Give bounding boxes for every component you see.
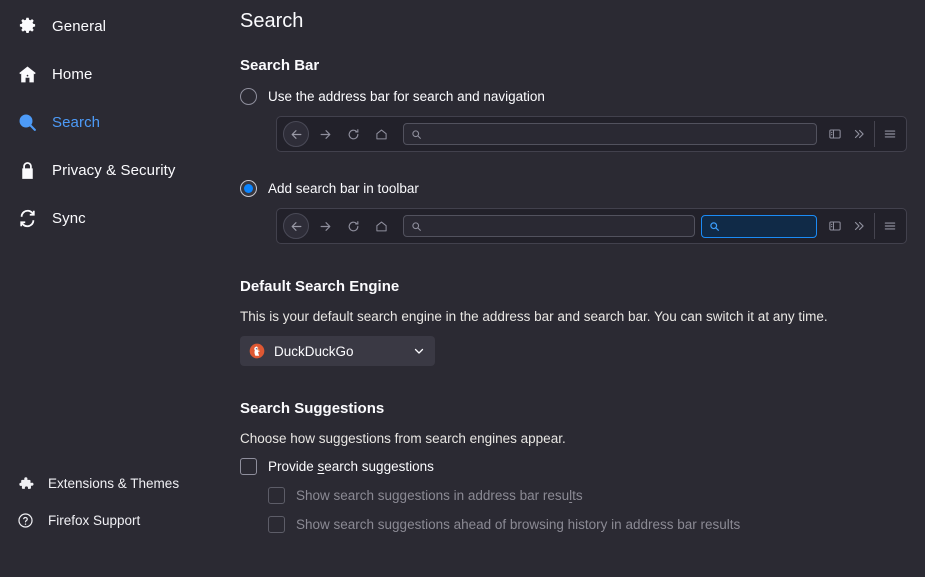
default-engine-description: This is your default search engine in th…	[240, 309, 828, 324]
sidebar-panel-icon[interactable]	[823, 214, 847, 238]
radio-add-search-bar[interactable]: Add search bar in toolbar	[240, 180, 925, 197]
gear-icon	[16, 15, 38, 37]
sync-icon	[16, 207, 38, 229]
sidebar-item-label: Search	[52, 113, 101, 131]
sidebar-item-privacy-security[interactable]: Privacy & Security	[2, 146, 226, 194]
sidebar: General Home Search Privacy & Security S…	[0, 0, 232, 577]
section-title-search-bar: Search Bar	[240, 57, 320, 74]
suggestions-description: Choose how suggestions from search engin…	[240, 431, 566, 446]
section-title-suggestions: Search Suggestions	[240, 400, 385, 417]
double-chevron-right-icon[interactable]	[847, 122, 871, 146]
browser-preview-address-bar	[276, 116, 907, 152]
puzzle-icon	[16, 475, 34, 493]
checkbox-indicator	[268, 487, 285, 504]
section-title-default-engine: Default Search Engine	[240, 278, 400, 295]
sidebar-item-general[interactable]: General	[2, 2, 226, 50]
chevron-down-icon	[413, 345, 425, 357]
checkbox-label: Provide search suggestions	[268, 459, 434, 474]
sidebar-item-label: Sync	[52, 209, 86, 227]
search-suggestions-section: Search Suggestions Choose how suggestion…	[240, 400, 925, 533]
sidebar-item-sync[interactable]: Sync	[2, 194, 226, 242]
double-chevron-right-icon[interactable]	[847, 214, 871, 238]
sidebar-panel-icon[interactable]	[823, 122, 847, 146]
toolbar-search-input[interactable]	[701, 214, 817, 238]
radio-indicator	[240, 180, 257, 197]
back-arrow-icon[interactable]	[283, 121, 309, 147]
sidebar-nav-list: General Home Search Privacy & Security S…	[0, 2, 232, 242]
sidebar-footer-label: Extensions & Themes	[48, 476, 180, 491]
home-icon[interactable]	[367, 120, 395, 148]
toolbar-divider	[874, 213, 875, 239]
checkbox-suggestions-ahead-of-history[interactable]: Show search suggestions ahead of browsin…	[268, 516, 925, 533]
radio-label: Use the address bar for search and navig…	[268, 89, 545, 104]
checkbox-indicator	[268, 516, 285, 533]
settings-window: General Home Search Privacy & Security S…	[0, 0, 925, 577]
sidebar-item-firefox-support[interactable]: Firefox Support	[0, 502, 232, 539]
checkbox-provide-search-suggestions[interactable]: Provide search suggestions	[240, 458, 925, 475]
hamburger-menu-icon[interactable]	[878, 214, 902, 238]
home-icon[interactable]	[367, 212, 395, 240]
sidebar-item-extensions-themes[interactable]: Extensions & Themes	[0, 465, 232, 502]
forward-arrow-icon[interactable]	[311, 120, 339, 148]
checkbox-show-suggestions-address-bar[interactable]: Show search suggestions in address bar r…	[268, 487, 925, 504]
address-bar-input[interactable]	[403, 123, 817, 145]
magnifier-icon	[412, 129, 421, 139]
checkbox-indicator	[240, 458, 257, 475]
address-bar-input[interactable]	[403, 215, 695, 237]
page-title: Search	[240, 10, 304, 32]
magnifier-icon	[710, 221, 719, 231]
search-bar-section: Search Bar Use the address bar for searc…	[240, 57, 925, 244]
search-icon	[16, 111, 38, 133]
reload-icon[interactable]	[339, 120, 367, 148]
sidebar-footer-label: Firefox Support	[48, 513, 141, 528]
lock-icon	[16, 159, 38, 181]
sidebar-footer: Extensions & Themes Firefox Support	[0, 465, 232, 539]
toolbar-divider	[874, 121, 875, 147]
radio-label: Add search bar in toolbar	[268, 181, 419, 196]
checkbox-label: Show search suggestions in address bar r…	[296, 488, 583, 503]
sidebar-item-label: General	[52, 17, 107, 35]
sidebar-item-search[interactable]: Search	[2, 98, 226, 146]
sidebar-item-label: Privacy & Security	[52, 161, 176, 179]
browser-preview-search-bar	[276, 208, 907, 244]
radio-use-address-bar[interactable]: Use the address bar for search and navig…	[240, 88, 925, 105]
duckduckgo-icon	[249, 343, 265, 359]
sidebar-item-home[interactable]: Home	[2, 50, 226, 98]
home-icon	[16, 63, 38, 85]
checkbox-label: Show search suggestions ahead of browsin…	[296, 517, 741, 532]
reload-icon[interactable]	[339, 212, 367, 240]
help-circle-icon	[16, 512, 34, 530]
magnifier-icon	[412, 221, 421, 231]
default-engine-dropdown[interactable]: DuckDuckGo	[240, 336, 435, 366]
sidebar-item-label: Home	[52, 65, 93, 83]
back-arrow-icon[interactable]	[283, 213, 309, 239]
default-search-engine-section: Default Search Engine This is your defau…	[240, 278, 925, 366]
hamburger-menu-icon[interactable]	[878, 122, 902, 146]
radio-indicator	[240, 88, 257, 105]
default-engine-value: DuckDuckGo	[274, 343, 354, 359]
main-content: Search Search Bar Use the address bar fo…	[232, 0, 925, 577]
forward-arrow-icon[interactable]	[311, 212, 339, 240]
